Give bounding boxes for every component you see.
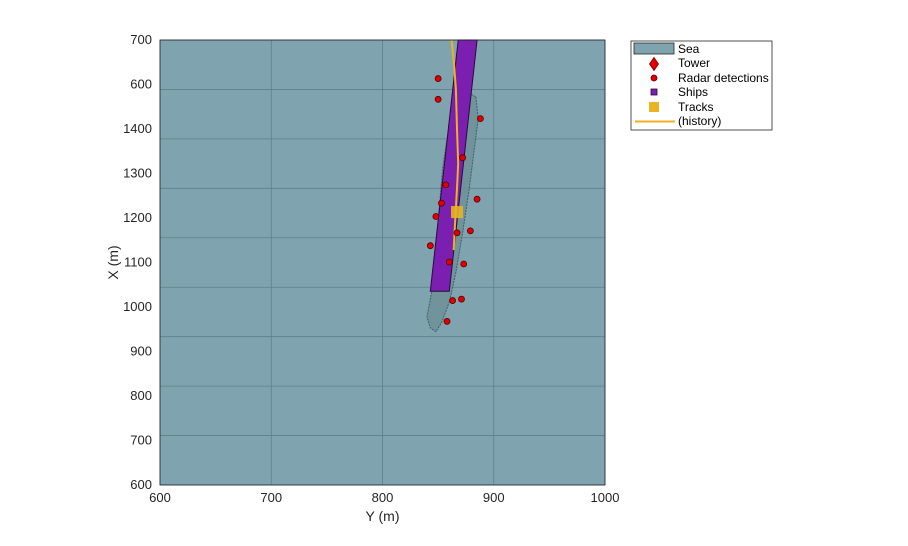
chart-canvas: 600 700 800 900 1000 600 700 800 900 1000 1100 120… [105, 32, 773, 524]
y-tick-label: 900 [130, 344, 152, 359]
y-tick-label: 700 [130, 32, 152, 47]
legend-label-ships: Ships [678, 85, 708, 99]
radar-detection-point [445, 258, 453, 266]
legend-label-tracks: Tracks [678, 100, 714, 114]
y-tick-label: 700 [130, 433, 152, 448]
radar-detection-point [466, 227, 474, 235]
y-tick-label: 1200 [123, 210, 152, 225]
y-tick-label: 1000 [123, 299, 152, 314]
legend: Sea Tower Radar detections Ships Tracks … [630, 40, 773, 131]
legend-radar-marker [650, 74, 658, 82]
radar-detection-point [432, 213, 440, 220]
x-tick-label: 700 [260, 490, 282, 505]
y-axis-label: X (m) [105, 245, 121, 279]
y-tick-label: 1100 [124, 255, 152, 270]
radar-detection-point [458, 295, 465, 303]
y-tick-label: 1400 [123, 121, 152, 136]
radar-detection-point [453, 229, 461, 237]
radar-detection-point [434, 75, 442, 82]
legend-label-sea: Sea [678, 42, 700, 56]
y-axis-ticks: 600 700 800 900 1000 1100 1200 1300 1400 600 700 [123, 32, 152, 492]
x-axis-ticks: 600 700 800 900 1000 [149, 490, 619, 505]
radar-detection-point [426, 242, 434, 250]
legend-track-marker [649, 102, 659, 112]
radar-detection-point [476, 115, 484, 123]
x-tick-label: 1000 [591, 490, 620, 505]
x-tick-label: 800 [372, 490, 394, 505]
tracks [451, 206, 464, 219]
x-axis-label: Y (m) [366, 508, 400, 524]
legend-label-history: (history) [678, 114, 721, 128]
x-tick-label: 900 [483, 490, 505, 505]
track-marker [451, 206, 464, 219]
radar-detection-point [443, 317, 451, 325]
radar-detection-point [449, 297, 456, 304]
radar-detection-point [438, 199, 445, 207]
radar-detection-point [459, 154, 467, 162]
legend-label-tower: Tower [678, 56, 710, 70]
y-tick-label: 600 [130, 77, 152, 92]
radar-detection-point [434, 95, 442, 103]
radar-detection-point [473, 195, 481, 203]
y-tick-label: 800 [130, 388, 152, 403]
y-tick-label: 600 [130, 477, 152, 492]
radar-detection-point [442, 181, 450, 189]
y-tick-label: 1300 [123, 166, 152, 181]
x-tick-label: 600 [149, 490, 171, 505]
legend-label-radar: Radar detections [678, 71, 769, 85]
legend-sea-swatch [633, 42, 675, 55]
radar-detection-point [460, 260, 468, 268]
legend-ship-marker [650, 88, 658, 96]
